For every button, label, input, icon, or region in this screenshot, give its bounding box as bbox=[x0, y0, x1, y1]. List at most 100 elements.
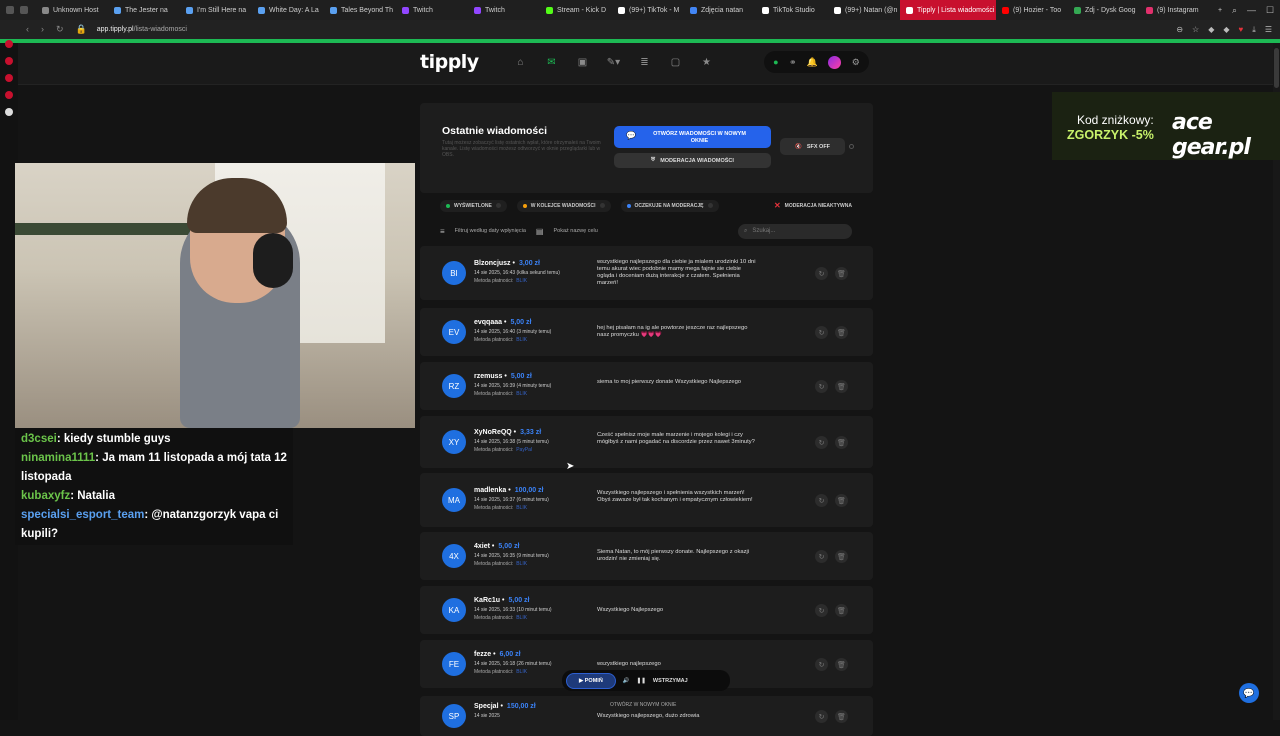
chat-username[interactable]: d3csei bbox=[21, 433, 57, 445]
replay-icon[interactable]: ↻ bbox=[815, 604, 828, 617]
payment-method-value: BLIK bbox=[516, 278, 528, 284]
replay-icon[interactable]: ↻ bbox=[815, 267, 828, 280]
bell-icon[interactable]: 🔔 bbox=[807, 57, 818, 68]
filter-queue[interactable]: W KOLEJCE WIADOMOŚCI bbox=[516, 199, 611, 212]
heart-icon[interactable]: ♥ bbox=[1239, 25, 1244, 35]
avatar: BI bbox=[442, 261, 466, 285]
browser-tab[interactable]: (99+) TikTok - M bbox=[612, 0, 684, 20]
replay-icon[interactable]: ↻ bbox=[815, 380, 828, 393]
chat-username[interactable]: kubaxyfz bbox=[21, 490, 70, 502]
open-messages-window-button[interactable]: 💬 OTWÓRZ WIADOMOŚCI W NOWYM OKNIE bbox=[614, 126, 771, 148]
filter-moderation[interactable]: OCZEKUJE NA MODERACJĘ bbox=[620, 199, 719, 212]
replay-icon[interactable]: ↻ bbox=[815, 658, 828, 671]
moderation-button[interactable]: ⛨ MODERACJA WIADOMOŚCI bbox=[614, 153, 771, 168]
calendar-icon[interactable]: ▢ bbox=[660, 53, 691, 71]
trash-icon[interactable]: 🗑 bbox=[835, 658, 848, 671]
webcam-overlay bbox=[15, 163, 415, 428]
show-goal-toggle[interactable]: Pokaż nazwę celu bbox=[553, 228, 597, 234]
download-icon[interactable]: ⤓ bbox=[1252, 25, 1256, 35]
open-new-window-link[interactable]: OTWÓRZ W NOWYM OKNIE bbox=[610, 702, 676, 708]
avatar[interactable] bbox=[828, 55, 842, 69]
sort-by-date-toggle[interactable]: Filtruj według daty wpłynięcia bbox=[455, 228, 526, 234]
chat-username[interactable]: specialsi_esport_team bbox=[21, 509, 144, 521]
minimize-icon[interactable]: — bbox=[1247, 5, 1256, 15]
list-icon[interactable]: ≣ bbox=[629, 53, 660, 71]
browser-tab[interactable]: TikTok Studio bbox=[756, 0, 828, 20]
replay-icon[interactable]: ↻ bbox=[815, 494, 828, 507]
home-icon[interactable]: ⌂ bbox=[505, 53, 536, 71]
browser-tab[interactable]: I'm Still Here na bbox=[180, 0, 252, 20]
browser-tab[interactable]: Twitch bbox=[396, 0, 468, 20]
message-row: KA KaRc1u • 5,00 zł 14 sie 2025, 16:33 (10 … bbox=[420, 586, 873, 634]
forward-icon[interactable]: › bbox=[41, 24, 44, 35]
donation-date: 14 sie 2025 bbox=[474, 713, 500, 719]
sidebar-app-icon[interactable] bbox=[5, 57, 13, 65]
messages-icon[interactable]: ✉ bbox=[536, 53, 567, 71]
trash-icon[interactable]: 🗑 bbox=[835, 604, 848, 617]
maximize-icon[interactable]: ☐ bbox=[1266, 5, 1274, 16]
browser-tab[interactable]: White Day: A La bbox=[252, 0, 324, 20]
sidebar-app-icon[interactable] bbox=[5, 91, 13, 99]
browser-tab[interactable]: Zdjęcia natan bbox=[684, 0, 756, 20]
browser-tab[interactable]: Zdj - Dysk Goog bbox=[1068, 0, 1140, 20]
bookmark-icon[interactable]: ☆ bbox=[1192, 25, 1199, 35]
back-icon[interactable]: ‹ bbox=[26, 24, 29, 35]
extension-icon[interactable]: ◆ bbox=[1208, 25, 1214, 35]
skip-button[interactable]: ▶ POMIŃ bbox=[566, 672, 616, 689]
browser-menu-icon[interactable] bbox=[6, 6, 14, 14]
trash-icon[interactable]: 🗑 bbox=[835, 550, 848, 563]
pause-button[interactable]: WSTRZYMAJ bbox=[653, 678, 688, 684]
browser-tab[interactable]: Stream - Kick D bbox=[540, 0, 612, 20]
trash-icon[interactable]: 🗑 bbox=[835, 494, 848, 507]
avatar: SP bbox=[442, 704, 466, 728]
live-status-icon[interactable]: ● bbox=[773, 57, 778, 67]
gear-icon[interactable]: ⚙ bbox=[852, 57, 860, 68]
url-field[interactable]: app.tipply.pl/lista-wiadomosci bbox=[97, 26, 187, 33]
browser-tab[interactable]: (9) Hozier - Too bbox=[996, 0, 1068, 20]
trash-icon[interactable]: 🗑 bbox=[835, 326, 848, 339]
volume-icon[interactable]: 🔊 bbox=[623, 678, 630, 684]
edit-icon[interactable]: ✎▾ bbox=[598, 53, 629, 71]
reload-icon[interactable]: ↻ bbox=[56, 24, 64, 35]
support-chat-icon[interactable]: 💬 bbox=[1239, 683, 1259, 703]
replay-icon[interactable]: ↻ bbox=[815, 436, 828, 449]
search-input[interactable]: ⌕ Szukaj... bbox=[738, 223, 852, 239]
star-icon[interactable]: ★ bbox=[691, 53, 722, 71]
extension-icon[interactable]: ◆ bbox=[1223, 25, 1229, 35]
replay-icon[interactable]: ↻ bbox=[815, 710, 828, 723]
count-badge bbox=[599, 203, 605, 208]
filter-shown[interactable]: WYŚWIETLONE bbox=[440, 199, 507, 212]
trash-icon[interactable]: 🗑 bbox=[835, 267, 848, 280]
donation-amount: 5,00 zł bbox=[510, 319, 532, 326]
chat-username[interactable]: ninamina1111 bbox=[21, 452, 95, 464]
browser-tab[interactable]: Twitch bbox=[468, 0, 540, 20]
tab-active[interactable]: Tipply | Lista wiadomości bbox=[900, 0, 996, 20]
wallet-icon[interactable]: ▣ bbox=[567, 53, 598, 71]
browser-tab[interactable]: Unknown Host bbox=[36, 0, 108, 20]
browser-tab[interactable]: (99+) Natan (@n bbox=[828, 0, 900, 20]
sidebar-app-icon[interactable] bbox=[5, 40, 13, 48]
donation-message: Cześć spełnisz moje małe marzenie i moje… bbox=[597, 431, 755, 445]
zoom-icon[interactable]: ⊖ bbox=[1176, 25, 1183, 35]
workspace-icon[interactable] bbox=[20, 6, 28, 14]
info-icon[interactable] bbox=[849, 144, 854, 149]
trash-icon[interactable]: 🗑 bbox=[835, 436, 848, 449]
menu-icon[interactable]: ☰ bbox=[1265, 25, 1272, 35]
replay-icon[interactable]: ↻ bbox=[815, 550, 828, 563]
sfx-toggle-button[interactable]: 🔇 SFX OFF bbox=[780, 138, 845, 155]
sidebar-app-icon[interactable] bbox=[5, 108, 13, 116]
trash-icon[interactable]: 🗑 bbox=[835, 380, 848, 393]
link-icon[interactable]: ⚭ bbox=[789, 57, 797, 68]
replay-icon[interactable]: ↻ bbox=[815, 326, 828, 339]
search-tabs-icon[interactable]: ⌕ bbox=[1232, 5, 1237, 16]
payment-method-value: BLIK bbox=[516, 669, 528, 675]
trash-icon[interactable]: 🗑 bbox=[835, 710, 848, 723]
scroll-thumb[interactable] bbox=[1274, 48, 1279, 88]
status-filters: WYŚWIETLONE W KOLEJCE WIADOMOŚCI OCZEKUJ… bbox=[440, 198, 852, 213]
sidebar-app-icon[interactable] bbox=[5, 74, 13, 82]
tipply-logo[interactable]: tipply bbox=[420, 51, 479, 73]
new-tab-button[interactable]: + bbox=[1212, 0, 1232, 20]
browser-tab[interactable]: Tales Beyond Th bbox=[324, 0, 396, 20]
browser-tab[interactable]: The Jester na bbox=[108, 0, 180, 20]
browser-tab[interactable]: (9) Instagram bbox=[1140, 0, 1212, 20]
